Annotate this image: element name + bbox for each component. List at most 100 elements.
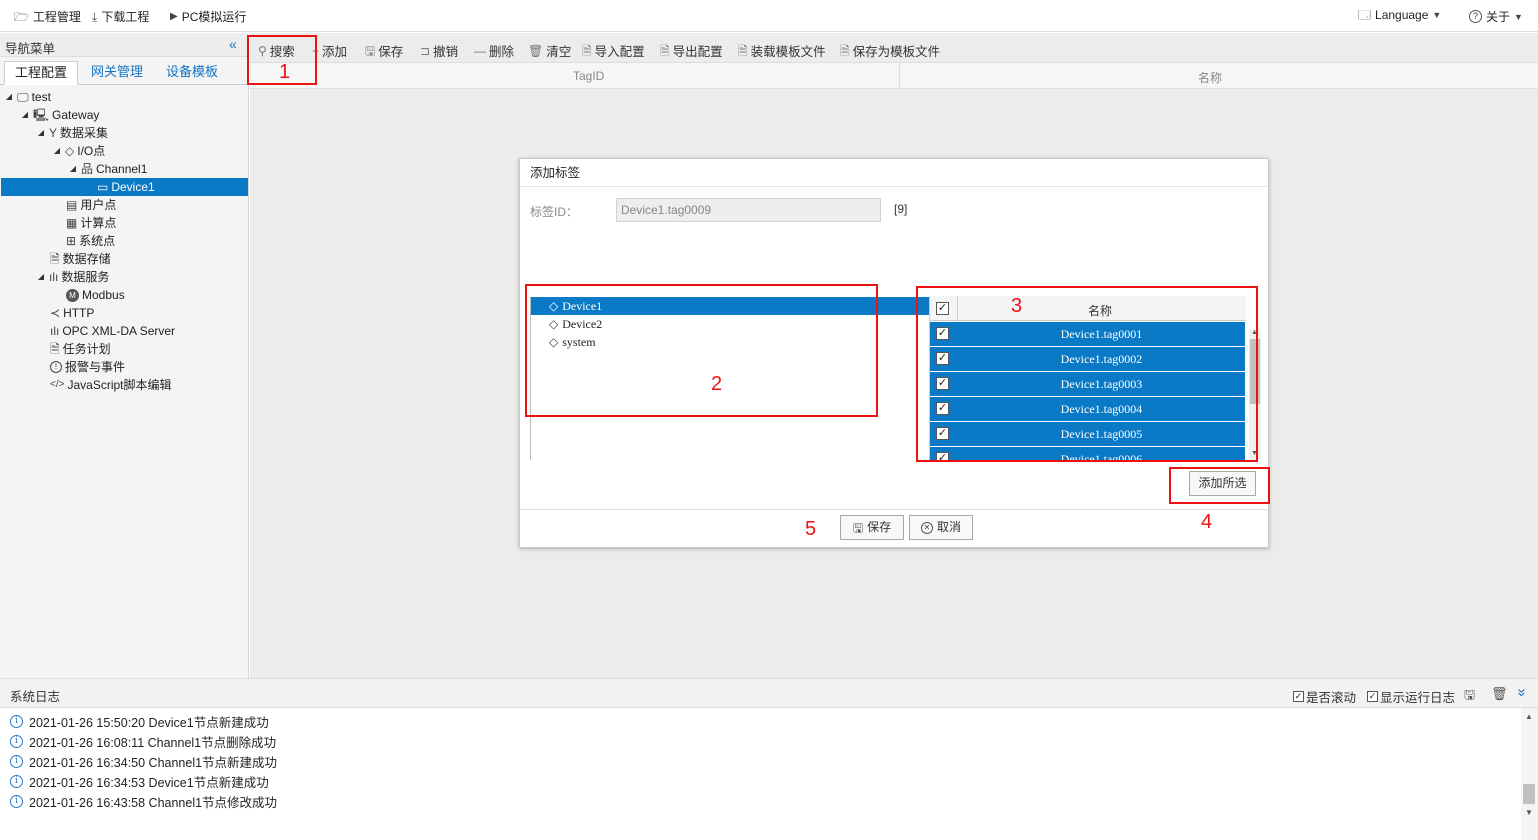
info-icon: i (10, 735, 23, 748)
tree-item-http[interactable]: ≺ HTTP (50, 304, 94, 322)
save-button[interactable]: 🖫 保存 (365, 41, 403, 60)
scroll-up-icon[interactable]: ▲ (1525, 712, 1533, 721)
save-log-icon[interactable]: 🖫 (1464, 686, 1475, 708)
load-template-button[interactable]: 🗎 装载模板文件 (738, 41, 826, 60)
log-text: 2021-01-26 16:43:58 Channel1节点修改成功 (29, 796, 278, 810)
auto-scroll-label: 是否滚动 (1306, 691, 1357, 705)
tree-item-data-collect[interactable]: ◢ Y 数据采集 (36, 124, 108, 142)
tree-item-user-point[interactable]: ▤ 用户点 (66, 196, 116, 214)
about-dropdown[interactable]: ? 关于 ▼ (1469, 8, 1523, 25)
nav-title: 导航菜单 (5, 42, 56, 56)
tree-item-channel1[interactable]: ◢ 品 Channel1 (68, 160, 147, 178)
tag-icon: ◇ (65, 144, 75, 158)
tree-item-data-service[interactable]: ◢ ılı 数据服务 (36, 268, 109, 286)
pc-simulate-menu[interactable]: ▶ PC模拟运行 (170, 8, 246, 25)
tree-label: test (31, 90, 51, 104)
info-icon: i (10, 755, 23, 768)
tab-project-config[interactable]: 工程配置 (4, 61, 78, 85)
expand-icon[interactable]: ◢ (52, 142, 62, 160)
code-icon: </> (50, 379, 65, 390)
collect-icon: Y (49, 126, 58, 140)
caret-down-icon: ▼ (1514, 11, 1523, 22)
scroll-down-icon[interactable]: ▼ (1525, 808, 1533, 817)
tree-item-alarm-event[interactable]: ! 报警与事件 (50, 358, 125, 376)
expand-icon[interactable]: ◢ (20, 106, 30, 124)
log-text: 2021-01-26 16:08:11 Channel1节点删除成功 (29, 736, 277, 750)
tree-item-data-storage[interactable]: 🗎 数据存储 (50, 250, 111, 268)
system-log-body: i 2021-01-26 15:50:20 Device1节点新建成功 i 2021… (0, 708, 1538, 840)
info-icon: i (10, 715, 23, 728)
tree-item-js-script[interactable]: </> JavaScript脚本编辑 (50, 376, 172, 394)
tree-label: OPC XML-DA Server (62, 324, 176, 338)
tag-id-input[interactable]: Device1.tag0009 (616, 198, 881, 222)
show-runlog-toggle[interactable]: ✓ 显示运行日志 (1367, 687, 1455, 706)
log-text: 2021-01-26 16:34:53 Device1节点新建成功 (29, 776, 269, 790)
language-icon: 🗔 (1358, 8, 1372, 22)
column-tagid[interactable]: TagID (573, 69, 604, 83)
expand-icon[interactable]: ◢ (36, 124, 46, 142)
clear-log-icon[interactable]: 🗑 (1491, 686, 1508, 702)
log-scrollbar[interactable]: ▲ ▼ (1521, 708, 1538, 840)
auto-scroll-toggle[interactable]: ✓ 是否滚动 (1293, 687, 1356, 706)
project-manage-menu[interactable]: 🗁 工程管理 (14, 8, 81, 25)
log-line: i 2021-01-26 16:43:58 Channel1节点修改成功 (10, 792, 277, 811)
auto-scroll-checkbox[interactable]: ✓ (1293, 691, 1304, 702)
tree-item-gateway[interactable]: ◢ 🖳 Gateway (20, 106, 99, 124)
tree-item-device1[interactable]: ▭ Device1 (97, 178, 155, 196)
log-text: 2021-01-26 16:34:50 Channel1节点新建成功 (29, 756, 278, 770)
about-label: 关于 (1486, 10, 1511, 24)
tree-item-task-plan[interactable]: 🗎 任务计划 (50, 340, 111, 358)
log-scrollbar-thumb[interactable] (1523, 784, 1535, 804)
undo-button[interactable]: ⊐ 撤销 (420, 41, 458, 60)
expand-icon[interactable]: ◢ (4, 88, 14, 106)
system-log-header: 系统日志 ✓ 是否滚动 ✓ 显示运行日志 🖫 🗑 » (0, 678, 1538, 708)
tree-label: I/O点 (77, 144, 106, 158)
language-dropdown[interactable]: 🗔 Language ▼ (1358, 8, 1441, 22)
folder-icon: 🗁 (14, 9, 29, 24)
dialog-cancel-label: 取消 (936, 520, 961, 534)
tree-item-opc[interactable]: ılı OPC XML-DA Server (50, 322, 175, 340)
annotation-number-1: 1 (279, 61, 291, 83)
save-label: 保存 (378, 45, 404, 59)
alarm-icon: ! (50, 361, 62, 373)
add-button[interactable]: + 添加 (312, 41, 347, 60)
tree-label: 数据存储 (62, 252, 111, 266)
collapse-down-icon[interactable]: » (1514, 688, 1531, 696)
tree-item-system-point[interactable]: ⊞ 系统点 (66, 232, 115, 250)
expand-icon[interactable]: ◢ (68, 160, 78, 178)
column-name[interactable]: 名称 (1198, 69, 1222, 86)
delete-button[interactable]: — 删除 (474, 41, 514, 60)
tree-label: 数据服务 (61, 270, 110, 284)
tab-gateway-manage[interactable]: 网关管理 (82, 61, 152, 85)
tree-item-modbus[interactable]: M Modbus (66, 286, 125, 304)
trash-icon: 🗑 (528, 43, 544, 58)
tag-id-count: [9] (894, 202, 908, 216)
save-as-template-label: 保存为模板文件 (852, 45, 941, 59)
tree-item-calc-point[interactable]: ▦ 计算点 (66, 214, 116, 232)
tree-label: 系统点 (79, 234, 116, 248)
show-runlog-checkbox[interactable]: ✓ (1367, 691, 1378, 702)
info-icon: i (10, 775, 23, 788)
storage-icon: 🗎 (50, 252, 60, 266)
top-menu-bar: 🗁 工程管理 ⤓ 下载工程 ▶ PC模拟运行 🗔 Language ▼ ? 关于… (0, 0, 1538, 32)
collapse-left-icon[interactable]: « (229, 36, 237, 52)
modbus-icon: M (66, 288, 79, 302)
export-config-button[interactable]: 🗎 导出配置 (660, 41, 723, 60)
info-icon: i (10, 795, 23, 808)
tree-item-test[interactable]: ◢ 🖵 test (4, 88, 51, 106)
download-project-menu[interactable]: ⤓ 下载工程 (92, 8, 149, 25)
task-icon: 🗎 (50, 342, 60, 356)
dialog-cancel-button[interactable]: ✕ 取消 (909, 515, 973, 540)
show-runlog-label: 显示运行日志 (1380, 691, 1456, 705)
log-title: 系统日志 (10, 690, 61, 704)
tab-device-template[interactable]: 设备模板 (156, 61, 228, 85)
undo-icon: ⊐ (420, 43, 431, 58)
clear-button[interactable]: 🗑 清空 (528, 41, 571, 60)
expand-icon[interactable]: ◢ (36, 268, 46, 286)
save-as-template-button[interactable]: 🗎 保存为模板文件 (840, 41, 940, 60)
nav-header: 导航菜单 « (0, 33, 249, 57)
dialog-save-button[interactable]: 🖫 保存 (840, 515, 904, 540)
tree-item-io-point[interactable]: ◢ ◇ I/O点 (52, 142, 105, 160)
add-label: 添加 (322, 45, 348, 59)
import-config-button[interactable]: 🗎 导入配置 (582, 41, 645, 60)
